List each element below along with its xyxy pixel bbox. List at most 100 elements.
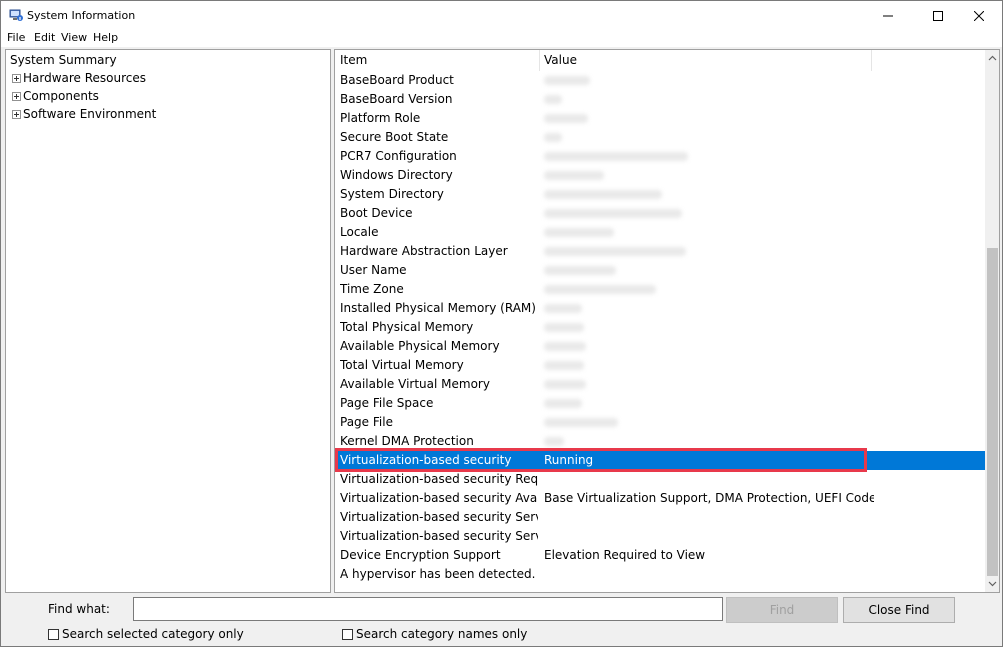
- scroll-down-arrow-icon[interactable]: [988, 579, 997, 588]
- row-item-cell: Virtualization-based security Availa...: [340, 491, 538, 505]
- list-row[interactable]: BaseBoard Version: [335, 90, 985, 109]
- list-row[interactable]: BaseBoard Product: [335, 71, 985, 90]
- row-item-cell: Available Virtual Memory: [340, 377, 490, 391]
- tree-item-system-summary[interactable]: System Summary: [10, 51, 117, 69]
- list-row[interactable]: Virtualization-based security Availa... B…: [335, 489, 985, 508]
- list-header: Item Value: [335, 50, 985, 71]
- row-item-cell: Locale: [340, 225, 379, 239]
- close-button[interactable]: [956, 1, 1002, 31]
- search-selected-category-checkbox[interactable]: Search selected category only: [48, 627, 244, 641]
- list-row[interactable]: Locale: [335, 223, 985, 242]
- tree-item-label: Hardware Resources: [23, 71, 147, 85]
- system-information-window: System Information File Edit View Help S…: [0, 0, 1003, 647]
- tree-item-software-environment[interactable]: Software Environment: [23, 105, 156, 123]
- list-row[interactable]: Boot Device: [335, 204, 985, 223]
- checkbox-label: Search category names only: [356, 627, 528, 641]
- list-row[interactable]: System Directory: [335, 185, 985, 204]
- list-row[interactable]: User Name: [335, 261, 985, 280]
- tree-item-label: System Summary: [10, 53, 117, 67]
- list-row[interactable]: Device Encryption Support Elevation Requi…: [335, 546, 985, 565]
- expand-plus-icon[interactable]: [12, 92, 21, 101]
- row-item-cell: Virtualization-based security: [340, 453, 512, 467]
- list-row[interactable]: Page File: [335, 413, 985, 432]
- maximize-button[interactable]: [915, 1, 961, 31]
- redacted-value: [544, 171, 604, 180]
- find-button[interactable]: Find: [726, 597, 838, 623]
- list-row[interactable]: Available Physical Memory: [335, 337, 985, 356]
- menu-view[interactable]: View: [61, 31, 87, 44]
- category-tree[interactable]: System Summary Hardware Resources Compon…: [5, 49, 331, 593]
- list-row[interactable]: Available Virtual Memory: [335, 375, 985, 394]
- row-item-cell: Available Physical Memory: [340, 339, 500, 353]
- redacted-value: [544, 228, 614, 237]
- row-item-cell: Boot Device: [340, 206, 413, 220]
- tree-item-components[interactable]: Components: [23, 87, 99, 105]
- row-item-cell: Page File Space: [340, 396, 434, 410]
- checkbox-box[interactable]: [48, 628, 59, 640]
- find-what-label: Find what:: [48, 602, 110, 616]
- close-find-button[interactable]: Close Find: [843, 597, 955, 623]
- list-row[interactable]: Total Virtual Memory: [335, 356, 985, 375]
- list-row[interactable]: Page File Space: [335, 394, 985, 413]
- redacted-value: [544, 380, 586, 389]
- redacted-value: [544, 133, 562, 142]
- window-title: System Information: [27, 9, 136, 22]
- expand-plus-icon[interactable]: [12, 74, 21, 83]
- list-row[interactable]: PCR7 Configuration: [335, 147, 985, 166]
- menu-file[interactable]: File: [7, 31, 25, 44]
- list-row[interactable]: Virtualization-based security Running: [335, 451, 985, 470]
- checkbox-box[interactable]: [342, 628, 353, 640]
- list-row[interactable]: Virtualization-based security Requir...: [335, 470, 985, 489]
- title-bar[interactable]: System Information: [1, 1, 1002, 31]
- list-row[interactable]: Installed Physical Memory (RAM): [335, 299, 985, 318]
- list-row[interactable]: Secure Boot State: [335, 128, 985, 147]
- list-row[interactable]: A hypervisor has been detected. Fe...: [335, 565, 985, 584]
- redacted-value: [544, 209, 682, 218]
- expand-plus-icon[interactable]: [12, 110, 21, 119]
- redacted-value: [544, 95, 562, 104]
- redacted-value: [544, 437, 564, 446]
- list-row[interactable]: Virtualization-based security Servic...: [335, 508, 985, 527]
- row-item-cell: Time Zone: [340, 282, 404, 296]
- row-item-cell: Windows Directory: [340, 168, 453, 182]
- scroll-up-arrow-icon[interactable]: [988, 54, 997, 63]
- vertical-scrollbar[interactable]: [985, 50, 999, 592]
- row-item-cell: Platform Role: [340, 111, 421, 125]
- list-row[interactable]: Hardware Abstraction Layer: [335, 242, 985, 261]
- column-divider[interactable]: [871, 50, 872, 71]
- system-information-app-icon: [9, 9, 23, 21]
- list-row[interactable]: Kernel DMA Protection: [335, 432, 985, 451]
- list-row[interactable]: Total Physical Memory: [335, 318, 985, 337]
- column-header-item[interactable]: Item: [340, 53, 367, 67]
- row-item-cell: Virtualization-based security Servic...: [340, 529, 538, 543]
- list-row[interactable]: Virtualization-based security Servic...: [335, 527, 985, 546]
- checkbox-label: Search selected category only: [62, 627, 244, 641]
- details-list[interactable]: Item Value BaseBoard Product BaseBoard Ve…: [334, 49, 1000, 593]
- column-divider[interactable]: [539, 50, 540, 71]
- row-item-cell: Page File: [340, 415, 393, 429]
- list-row[interactable]: Platform Role: [335, 109, 985, 128]
- redacted-value: [544, 114, 588, 123]
- redacted-value: [544, 342, 586, 351]
- row-item-cell: Device Encryption Support: [340, 548, 501, 562]
- tree-item-hardware-resources[interactable]: Hardware Resources: [23, 69, 146, 87]
- minimize-button[interactable]: [865, 1, 911, 31]
- close-icon: [974, 11, 984, 21]
- tree-item-label: Components: [23, 89, 99, 103]
- menu-help[interactable]: Help: [93, 31, 118, 44]
- find-what-input[interactable]: [133, 597, 723, 621]
- column-header-value[interactable]: Value: [544, 53, 577, 67]
- row-item-cell: Hardware Abstraction Layer: [340, 244, 508, 258]
- redacted-value: [544, 399, 582, 408]
- menu-edit[interactable]: Edit: [34, 31, 55, 44]
- row-item-cell: User Name: [340, 263, 407, 277]
- search-category-names-checkbox[interactable]: Search category names only: [342, 627, 527, 641]
- maximize-icon: [933, 11, 943, 21]
- list-row[interactable]: Time Zone: [335, 280, 985, 299]
- scrollbar-thumb[interactable]: [987, 248, 998, 576]
- redacted-value: [544, 190, 662, 199]
- row-item-cell: Kernel DMA Protection: [340, 434, 474, 448]
- list-row[interactable]: Windows Directory: [335, 166, 985, 185]
- redacted-value: [544, 323, 584, 332]
- row-value-cell: Elevation Required to View: [544, 548, 706, 562]
